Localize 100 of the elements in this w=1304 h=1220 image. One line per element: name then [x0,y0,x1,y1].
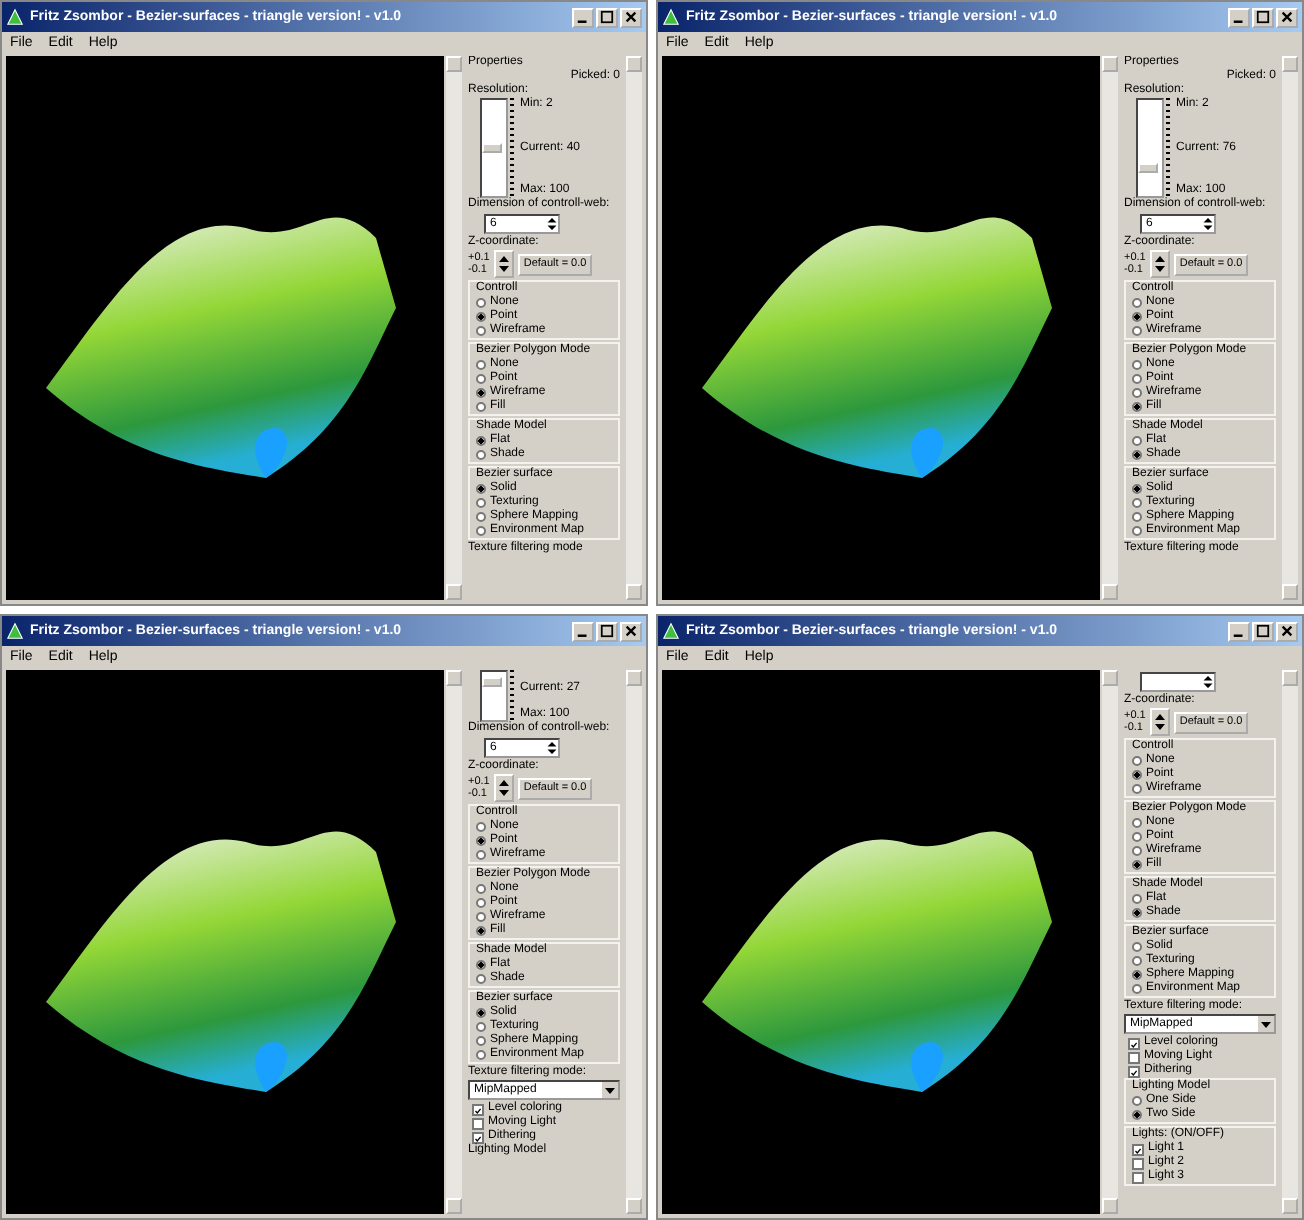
app-icon [6,8,24,26]
checkbox[interactable] [1128,1037,1140,1049]
radio-button[interactable] [476,1008,486,1018]
caret-icon [1258,1016,1274,1032]
radio-button[interactable] [476,884,486,894]
up-down-arrows-icon [495,776,512,800]
up-down-control[interactable] [493,774,514,802]
radio-button[interactable] [476,960,486,970]
up-down-control[interactable] [1149,250,1170,278]
radio-button[interactable] [476,298,486,308]
radio-button[interactable] [1132,894,1142,904]
close-button[interactable] [620,7,642,27]
radio-button[interactable] [1132,984,1142,994]
spin-arrows-icon [1202,216,1214,232]
radio-button[interactable] [1132,388,1142,398]
slider-thumb[interactable] [482,143,502,153]
radio-button[interactable] [1132,908,1142,918]
radio-button[interactable] [1132,756,1142,766]
up-down-control[interactable] [1149,708,1170,736]
maximize-button[interactable] [596,7,618,27]
scrollbar[interactable] [1102,670,1118,1214]
checkbox[interactable] [472,1103,484,1115]
radio-button[interactable] [476,912,486,922]
radio-button[interactable] [1132,860,1142,870]
radio-button[interactable] [476,526,486,536]
radio-button[interactable] [1132,312,1142,322]
radio-button[interactable] [1132,970,1142,980]
radio-button[interactable] [1132,326,1142,336]
radio-button[interactable] [476,450,486,460]
app-icon [6,622,24,640]
radio-button[interactable] [1132,512,1142,522]
checkbox[interactable] [1128,1051,1140,1063]
radio-button[interactable] [476,822,486,832]
minimize-button[interactable] [1228,621,1250,641]
radio-button[interactable] [476,374,486,384]
radio-button[interactable] [1132,846,1142,856]
slider-thumb[interactable] [482,676,502,687]
radio-button[interactable] [1132,450,1142,460]
spin-field[interactable] [1140,672,1216,692]
radio-button[interactable] [1132,498,1142,508]
radio-button[interactable] [476,898,486,908]
radio-button[interactable] [1132,1110,1142,1120]
radio-button[interactable] [1132,360,1142,370]
maximize-button[interactable] [1252,7,1274,27]
radio-button[interactable] [1132,770,1142,780]
checkbox[interactable] [1132,1157,1144,1169]
radio-button[interactable] [1132,956,1142,966]
spin-arrows-icon [546,740,558,756]
radio-button[interactable] [476,512,486,522]
radio-button[interactable] [476,926,486,936]
radio-button[interactable] [476,1050,486,1060]
checkbox[interactable] [1128,1065,1140,1077]
radio-button[interactable] [476,850,486,860]
minimize-button[interactable] [572,621,594,641]
radio-button[interactable] [1132,374,1142,384]
radio-button[interactable] [1132,1096,1142,1106]
close-button[interactable] [1276,7,1298,27]
checkbox[interactable] [472,1131,484,1143]
scrollbar[interactable] [446,56,462,600]
minimize-button[interactable] [1228,7,1250,27]
scrollbar[interactable] [1102,56,1118,600]
maximize-button[interactable] [1252,621,1274,641]
checkbox[interactable] [1132,1143,1144,1155]
scrollbar[interactable] [626,670,642,1214]
radio-button[interactable] [476,484,486,494]
radio-button[interactable] [476,312,486,322]
radio-button[interactable] [1132,436,1142,446]
radio-button[interactable] [476,402,486,412]
maximize-button[interactable] [596,621,618,641]
checkbox[interactable] [1132,1171,1144,1183]
radio-button[interactable] [476,498,486,508]
checkbox[interactable] [472,1117,484,1129]
radio-button[interactable] [1132,402,1142,412]
radio-button[interactable] [476,388,486,398]
radio-button[interactable] [476,974,486,984]
radio-button[interactable] [1132,484,1142,494]
radio-button[interactable] [476,1036,486,1046]
scrollbar[interactable] [626,56,642,600]
close-button[interactable] [620,621,642,641]
radio-button[interactable] [1132,818,1142,828]
radio-button[interactable] [476,436,486,446]
radio-button[interactable] [1132,526,1142,536]
slider-thumb[interactable] [1138,162,1158,173]
radio-button[interactable] [1132,942,1142,952]
radio-button[interactable] [476,326,486,336]
radio-button[interactable] [1132,832,1142,842]
slider-ticks [1166,98,1170,198]
scrollbar[interactable] [1282,56,1298,600]
maximize-icon [1256,10,1270,24]
close-icon [624,624,638,638]
scrollbar[interactable] [446,670,462,1214]
radio-button[interactable] [476,1022,486,1032]
radio-button[interactable] [1132,298,1142,308]
radio-button[interactable] [1132,784,1142,794]
radio-button[interactable] [476,836,486,846]
up-down-control[interactable] [493,250,514,278]
minimize-button[interactable] [572,7,594,27]
close-button[interactable] [1276,621,1298,641]
radio-button[interactable] [476,360,486,370]
scrollbar[interactable] [1282,670,1298,1214]
